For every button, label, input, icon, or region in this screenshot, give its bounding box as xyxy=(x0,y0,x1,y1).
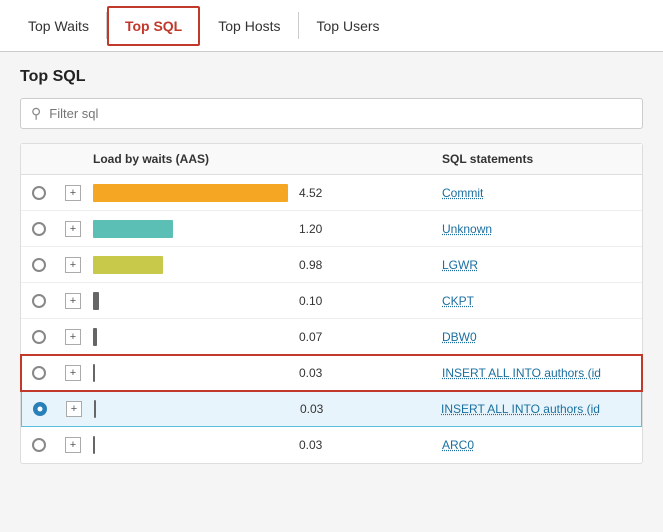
expand-button[interactable]: + xyxy=(65,329,81,345)
table-row: +1.20 Unknown xyxy=(21,211,642,247)
bar-value: 1.20 xyxy=(299,222,329,236)
bar-col: 1.20 xyxy=(89,220,442,238)
sql-col: DBW0 xyxy=(442,330,642,344)
radio-col xyxy=(22,402,58,416)
sql-col: Unknown xyxy=(442,222,642,236)
radio-col xyxy=(21,258,57,272)
header-load-col: Load by waits (AAS) xyxy=(89,152,442,166)
radio-button[interactable] xyxy=(32,438,46,452)
bar-value: 0.03 xyxy=(299,438,329,452)
bar-value: 4.52 xyxy=(299,186,329,200)
tab-bar: Top Waits Top SQL Top Hosts Top Users xyxy=(0,0,663,52)
header-sql-col: SQL statements xyxy=(442,152,642,166)
radio-col xyxy=(21,222,57,236)
load-bar xyxy=(93,184,288,202)
table-header-row: Load by waits (AAS) SQL statements xyxy=(21,144,642,175)
radio-col xyxy=(21,186,57,200)
bar-col: 0.98 xyxy=(89,256,442,274)
sql-link[interactable]: ARC0 xyxy=(442,438,632,452)
load-bar xyxy=(93,364,95,382)
filter-input[interactable] xyxy=(49,106,632,121)
load-bar xyxy=(94,400,96,418)
sql-link[interactable]: LGWR xyxy=(442,258,632,272)
sql-col: LGWR xyxy=(442,258,642,272)
bar-col: 0.03 xyxy=(89,364,442,382)
bar-value: 0.07 xyxy=(299,330,329,344)
expand-col: + xyxy=(57,329,89,345)
table-row: +0.07 DBW0 xyxy=(21,319,642,355)
radio-col xyxy=(21,294,57,308)
expand-col: + xyxy=(57,185,89,201)
radio-button[interactable] xyxy=(32,186,46,200)
radio-button[interactable] xyxy=(32,366,46,380)
tab-top-users[interactable]: Top Users xyxy=(299,4,398,48)
expand-button[interactable]: + xyxy=(65,185,81,201)
sql-table: Load by waits (AAS) SQL statements +4.52… xyxy=(20,143,643,464)
tab-top-hosts[interactable]: Top Hosts xyxy=(200,4,298,48)
load-bar xyxy=(93,256,163,274)
tab-top-sql[interactable]: Top SQL xyxy=(107,6,200,46)
sql-link[interactable]: Commit xyxy=(442,186,632,200)
sql-link[interactable]: DBW0 xyxy=(442,330,632,344)
expand-col: + xyxy=(57,293,89,309)
bar-col: 0.03 xyxy=(90,400,441,418)
sql-col: INSERT ALL INTO authors (id xyxy=(441,402,641,416)
bar-value: 0.03 xyxy=(300,402,330,416)
sql-link[interactable]: INSERT ALL INTO authors (id xyxy=(442,366,632,380)
radio-button[interactable] xyxy=(32,294,46,308)
table-row: +0.03 ARC0 xyxy=(21,427,642,463)
sql-link[interactable]: Unknown xyxy=(442,222,632,236)
load-bar xyxy=(93,220,173,238)
search-icon: ⚲ xyxy=(31,105,41,122)
tab-top-waits[interactable]: Top Waits xyxy=(10,4,107,48)
sql-col: ARC0 xyxy=(442,438,642,452)
sql-link[interactable]: INSERT ALL INTO authors (id xyxy=(441,402,631,416)
bar-col: 0.03 xyxy=(89,436,442,454)
section-title: Top SQL xyxy=(20,68,643,86)
bar-value: 0.98 xyxy=(299,258,329,272)
bar-value: 0.10 xyxy=(299,294,329,308)
radio-col xyxy=(21,330,57,344)
bar-col: 4.52 xyxy=(89,184,442,202)
expand-col: + xyxy=(57,437,89,453)
table-row: +0.03 INSERT ALL INTO authors (id xyxy=(21,355,642,391)
radio-col xyxy=(21,366,57,380)
table-body: +4.52 Commit +1.20 Unknown +0.98 LGWR +0.10 CKP… xyxy=(21,175,642,463)
table-row: +0.03 INSERT ALL INTO authors (id xyxy=(21,391,642,427)
expand-col: + xyxy=(57,221,89,237)
sql-col: CKPT xyxy=(442,294,642,308)
load-bar xyxy=(93,328,97,346)
radio-button[interactable] xyxy=(32,330,46,344)
content-area: Top SQL ⚲ Load by waits (AAS) SQL statem… xyxy=(0,52,663,480)
load-bar xyxy=(93,292,99,310)
expand-button[interactable]: + xyxy=(66,401,82,417)
expand-col: + xyxy=(58,401,90,417)
sql-col: Commit xyxy=(442,186,642,200)
expand-col: + xyxy=(57,365,89,381)
table-row: +0.10 CKPT xyxy=(21,283,642,319)
radio-button[interactable] xyxy=(32,258,46,272)
radio-button[interactable] xyxy=(33,402,47,416)
expand-button[interactable]: + xyxy=(65,257,81,273)
expand-col: + xyxy=(57,257,89,273)
radio-col xyxy=(21,438,57,452)
bar-col: 0.10 xyxy=(89,292,442,310)
expand-button[interactable]: + xyxy=(65,293,81,309)
expand-button[interactable]: + xyxy=(65,365,81,381)
bar-col: 0.07 xyxy=(89,328,442,346)
expand-button[interactable]: + xyxy=(65,221,81,237)
sql-link[interactable]: CKPT xyxy=(442,294,632,308)
sql-col: INSERT ALL INTO authors (id xyxy=(442,366,642,380)
table-row: +4.52 Commit xyxy=(21,175,642,211)
expand-button[interactable]: + xyxy=(65,437,81,453)
table-row: +0.98 LGWR xyxy=(21,247,642,283)
load-bar xyxy=(93,436,95,454)
filter-container: ⚲ xyxy=(20,98,643,129)
bar-value: 0.03 xyxy=(299,366,329,380)
radio-button[interactable] xyxy=(32,222,46,236)
